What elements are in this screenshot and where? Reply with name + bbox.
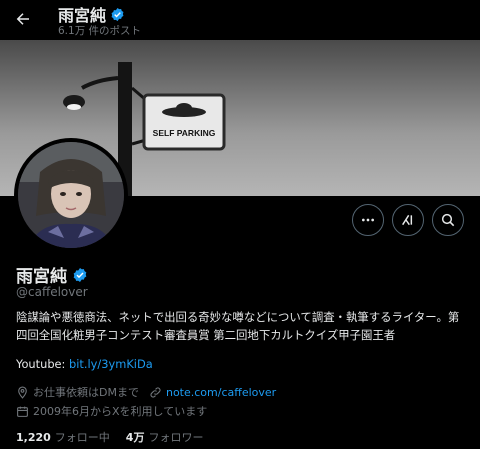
- avatar-image: [18, 142, 124, 248]
- handle: @caffelover: [16, 285, 88, 299]
- following-count: 1,220: [16, 431, 51, 444]
- search-button[interactable]: [432, 204, 464, 236]
- back-button[interactable]: [8, 4, 38, 34]
- grok-button[interactable]: [392, 204, 424, 236]
- grok-icon: [402, 214, 413, 226]
- more-icon: [362, 218, 374, 222]
- post-count: 6.1万 件のポスト: [58, 25, 142, 37]
- location-icon: [16, 386, 29, 399]
- youtube-line: Youtube: bit.ly/3ymKiDa: [16, 357, 153, 371]
- follow-stats: 1,220 フォロー中 4万 フォロワー: [16, 429, 203, 445]
- joined-date: 2009年6月からXを利用しています: [16, 403, 207, 419]
- arrow-left-icon: [16, 13, 29, 25]
- profile-actions: [352, 204, 464, 236]
- search-icon: [441, 213, 455, 227]
- followers-stat[interactable]: 4万 フォロワー: [126, 429, 204, 445]
- verified-badge-icon: [111, 7, 124, 21]
- youtube-label: Youtube:: [16, 357, 66, 371]
- job-text: お仕事依頼はDMまで: [33, 386, 139, 399]
- display-name: 雨宮純: [16, 267, 67, 287]
- following-stat[interactable]: 1,220 フォロー中: [16, 429, 110, 445]
- joined-text: 2009年6月からXを利用しています: [33, 405, 208, 418]
- calendar-icon: [16, 405, 29, 418]
- profile-meta: お仕事依頼はDMまで note.com/caffelover: [16, 384, 276, 400]
- more-button[interactable]: [352, 204, 384, 236]
- following-label: フォロー中: [54, 431, 110, 444]
- youtube-link[interactable]: bit.ly/3ymKiDa: [69, 357, 153, 371]
- link-icon: [149, 386, 162, 399]
- followers-count: 4万: [125, 431, 145, 444]
- verified-badge-icon[interactable]: [72, 267, 88, 283]
- website-link[interactable]: note.com/caffelover: [166, 386, 276, 399]
- followers-label: フォロワー: [148, 431, 204, 444]
- top-bar: 雨宮純 6.1万 件のポスト: [0, 0, 480, 40]
- bio: 陰謀論や悪徳商法、ネットで出回る奇妙な噂などについて調査・執筆するライター。第四…: [16, 310, 460, 342]
- profile-name: 雨宮純: [16, 262, 88, 287]
- avatar[interactable]: [14, 138, 128, 252]
- sign-text: SELF PARKING: [153, 128, 216, 138]
